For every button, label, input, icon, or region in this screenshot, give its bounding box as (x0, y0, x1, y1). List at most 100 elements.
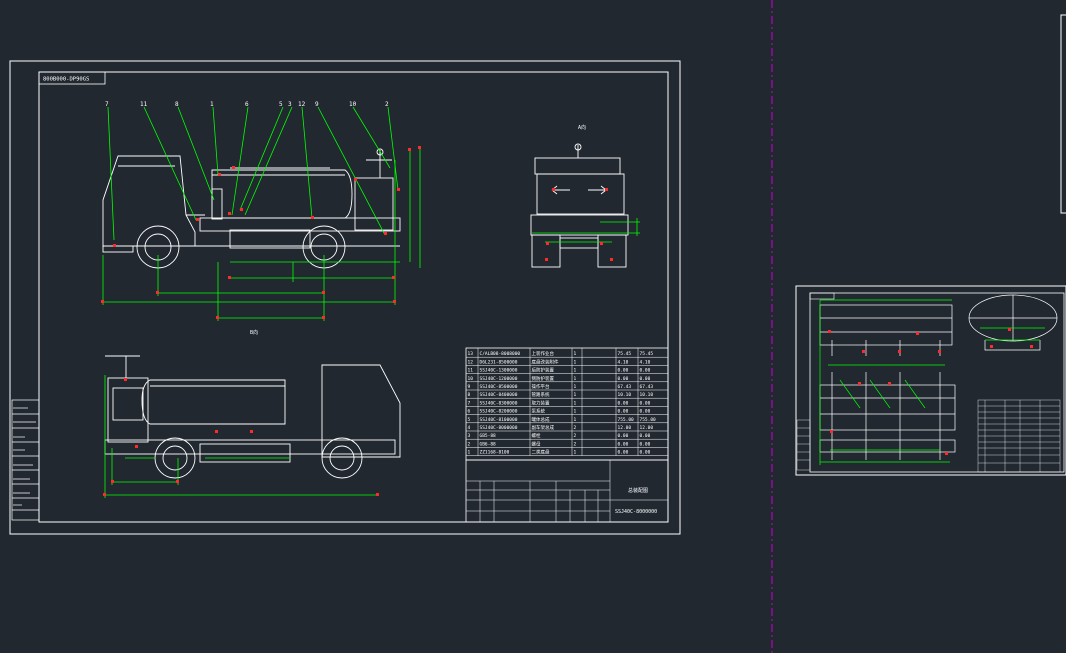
bom-cell: 罐体总成 (532, 416, 550, 423)
bom-cell: 13 (468, 351, 474, 357)
bom-cell: 9 (468, 384, 471, 390)
secondary-inner-border (809, 292, 1065, 473)
bom-cell: 0.00 (640, 450, 651, 456)
left-signature-strip (11, 399, 40, 521)
bom-cell: 管路系统 (532, 391, 550, 398)
bom-cell: 取力装置 (532, 399, 550, 406)
bom-cell: 1 (574, 351, 577, 357)
leader-number: 8 (175, 101, 179, 108)
title-block[interactable]: 总装配图 SSJ40C-8000000 (465, 459, 669, 523)
bom-cell: C/ALB08-8008000 (480, 351, 521, 357)
bom-cell: 2 (574, 425, 577, 431)
bom-cell: 75.45 (640, 351, 654, 357)
bom-cell: ZZ1168-8100 (480, 450, 510, 456)
leader-number: 1 (210, 101, 214, 108)
bom-cell: GB5-88 (480, 433, 497, 439)
secondary-outer-border (795, 285, 1066, 476)
bom-cell-texts: 13 C/ALB08-8008000 上装作业台 1 75.45 75.4512 D6L23… (468, 350, 657, 455)
bom-cell: 6 (468, 409, 471, 415)
bom-cell: D6L231-8500000 (480, 359, 518, 365)
secondary-top-view (819, 304, 953, 356)
secondary-signature-strip (796, 419, 811, 471)
sheet-outer-border (9, 60, 681, 535)
leader-number: 6 (245, 101, 249, 108)
secondary-drawing-sheet[interactable] (795, 285, 1066, 476)
bom-cell: 11 (468, 368, 474, 374)
leader-number: 7 (105, 101, 109, 108)
leader-number: 10 (349, 101, 357, 108)
bom-cell: 操作平台 (532, 383, 550, 390)
bom-cell: 底盘改装附件 (532, 358, 559, 365)
bom-cell: 755.00 (618, 417, 635, 423)
bom-cell: 67.43 (640, 384, 654, 390)
rear-view-markers (545, 188, 613, 261)
truck-rear-view[interactable] (530, 143, 629, 268)
mirrored-view-dimensions (104, 375, 378, 498)
bom-cell: 0.00 (618, 409, 629, 415)
leader-number: 5 (279, 101, 283, 108)
bom-cell: 12 (468, 359, 474, 365)
leader-number: 2 (385, 101, 389, 108)
bill-of-materials-table[interactable]: 13 C/ALB08-8008000 上装作业台 1 75.45 75.4512 D6L23… (465, 347, 669, 461)
truck-side-view-mirrored[interactable] (104, 355, 401, 479)
offscreen-sheet-edge (1060, 14, 1066, 214)
bom-cell: 10.10 (618, 392, 632, 398)
bom-cell: 10 (468, 376, 474, 382)
bom-cell: 0.00 (618, 441, 629, 447)
bom-cell: SSJ40C-8000000 (480, 425, 518, 431)
drawing-name-text: 总装配图 (628, 487, 648, 494)
bom-cell: 0.00 (640, 409, 651, 415)
bom-cell: GB6-88 (480, 441, 497, 447)
bom-cell: 12.00 (640, 425, 654, 431)
bom-cell: 1 (574, 376, 577, 382)
bom-cell: 75.45 (618, 351, 632, 357)
bom-cell: 1 (574, 450, 577, 456)
bom-cell: 后防护装置 (532, 367, 555, 374)
bom-cell: 上装作业台 (532, 350, 555, 357)
bom-cell: 二类底盘 (532, 449, 550, 456)
bom-cell: 4.10 (640, 359, 651, 365)
mirrored-view-markers (103, 378, 379, 496)
main-drawing-sheet[interactable]: 800B000-DP90GS 7 11 8 1 6 5 3 12 9 10 2 … (9, 60, 681, 535)
bom-cell: 副车架总成 (532, 424, 555, 431)
bom-cell: 0.00 (618, 433, 629, 439)
bom-cell: 4.10 (618, 359, 629, 365)
bom-cell: 5 (468, 417, 471, 423)
bom-cell: 3 (468, 433, 471, 439)
bom-cell: 侧防护装置 (532, 375, 555, 382)
bom-cell: SSJ40C-1300000 (480, 368, 518, 374)
leader-number: 3 (288, 101, 292, 108)
bom-cell: 1 (574, 368, 577, 374)
bom-cell: 1 (574, 400, 577, 406)
drawing-code-text: 800B000-DP90GS (43, 77, 89, 83)
bom-cell: 1 (574, 392, 577, 398)
bom-cell: 12.00 (618, 425, 632, 431)
bom-cell: SSJ40C-8300000 (480, 400, 518, 406)
leader-number: 11 (140, 101, 148, 108)
bom-cell: 0.00 (640, 441, 651, 447)
bom-cell: SSJ40C-8500000 (480, 384, 518, 390)
leader-number: 12 (298, 101, 306, 108)
bom-cell: 1 (574, 359, 577, 365)
secondary-end-view (968, 294, 1058, 351)
bom-cell: 0.00 (640, 368, 651, 374)
bom-cell: 0.00 (640, 400, 651, 406)
bom-cell: 0.00 (618, 400, 629, 406)
bom-cell: 0.00 (640, 376, 651, 382)
cad-drawing-canvas[interactable]: 800B000-DP90GS 7 11 8 1 6 5 3 12 9 10 2 … (0, 0, 1066, 653)
bom-cell: SSJ40C-8400000 (480, 392, 518, 398)
bom-cell: SSJ40C-8200000 (480, 409, 518, 415)
drawing-number-text: SSJ40C-8000000 (615, 509, 657, 515)
bom-cell: 67.43 (618, 384, 632, 390)
leader-numbers: 7 11 8 1 6 5 3 12 9 10 2 (105, 101, 389, 108)
secondary-bom-table (977, 399, 1061, 473)
bom-cell: 0.00 (640, 433, 651, 439)
bom-cell: 泵系统 (532, 408, 546, 415)
bom-cell: SSJ40C-8100000 (480, 417, 518, 423)
bom-cell: 8 (468, 392, 471, 398)
bom-cell: 1 (468, 450, 471, 456)
truck-side-view[interactable] (102, 148, 401, 269)
bom-cell: 2 (574, 441, 577, 447)
bom-cell: 1 (574, 409, 577, 415)
bom-cell: 2 (574, 433, 577, 439)
